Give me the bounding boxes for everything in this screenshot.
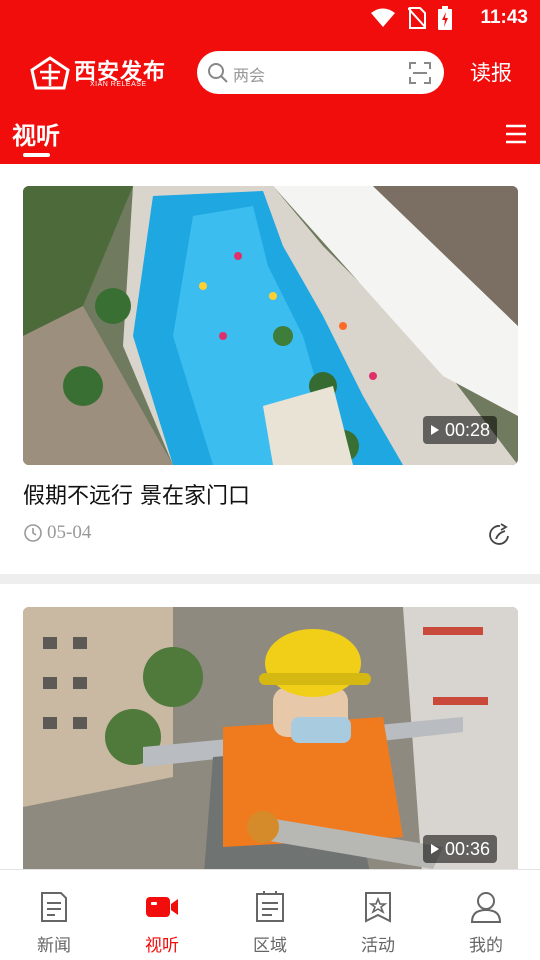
card-separator [0, 574, 540, 584]
status-time: 11:43 [480, 7, 528, 28]
app-header: 西安发布 XIAN RELEASE 两会 读报 [0, 38, 540, 110]
scan-icon[interactable] [408, 61, 432, 85]
duration-text: 00:36 [444, 838, 490, 859]
video-duration: 00:28 [422, 416, 497, 444]
search-icon [208, 63, 228, 83]
nav-item-video[interactable]: 视听 [108, 870, 216, 960]
nav-label: 我的 [469, 936, 503, 956]
video-title[interactable]: 假期不远行 景在家门口 [23, 478, 250, 510]
read-paper-button[interactable]: 读报 [470, 57, 512, 87]
no-sim-icon [408, 7, 426, 29]
nav-item-activity[interactable]: 活动 [324, 870, 432, 960]
video-duration: 00:36 [422, 835, 497, 863]
tab-video[interactable]: 视听 [12, 116, 60, 151]
nav-item-region[interactable]: 区域 [216, 870, 324, 960]
logo-text-en: XIAN RELEASE [90, 81, 147, 88]
nav-label: 视听 [145, 936, 179, 956]
play-icon [430, 425, 439, 435]
nav-label: 活动 [361, 936, 395, 956]
search-placeholder: 两会 [233, 66, 266, 85]
video-icon [146, 897, 178, 917]
status-icons [370, 6, 452, 30]
nav-item-news[interactable]: 新闻 [0, 870, 108, 960]
bottom-navigation: 新闻 视听 区域 活动 我的 [0, 869, 540, 960]
duration-text: 00:28 [444, 419, 490, 440]
nav-label: 新闻 [37, 936, 71, 956]
video-meta: 05-04 [23, 522, 91, 544]
video-thumbnail[interactable]: 00:28 [23, 186, 518, 465]
channel-tab-bar: 视听 [0, 110, 540, 164]
menu-icon[interactable] [504, 122, 528, 146]
app-logo[interactable]: 西安发布 XIAN RELEASE [28, 54, 173, 94]
tab-indicator [23, 153, 50, 157]
clock-icon [24, 524, 42, 542]
nav-item-profile[interactable]: 我的 [432, 870, 540, 960]
video-card[interactable]: 00:36 [23, 607, 518, 886]
play-icon [430, 844, 439, 854]
activity-icon [365, 892, 391, 923]
profile-icon [470, 892, 502, 923]
video-card[interactable]: 00:28 假期不远行 景在家门口 05-04 [23, 186, 518, 558]
share-icon[interactable] [486, 522, 512, 548]
battery-charging-icon [438, 6, 452, 30]
video-thumbnail[interactable]: 00:36 [23, 607, 518, 886]
video-date: 05-04 [47, 522, 92, 543]
news-icon [41, 892, 67, 922]
region-icon [256, 891, 284, 922]
nav-label: 区域 [253, 936, 287, 956]
wifi-icon [371, 8, 395, 27]
search-bar[interactable]: 两会 [197, 51, 444, 94]
status-bar: 11:43 [0, 0, 540, 38]
logo-emblem-icon [30, 56, 70, 90]
